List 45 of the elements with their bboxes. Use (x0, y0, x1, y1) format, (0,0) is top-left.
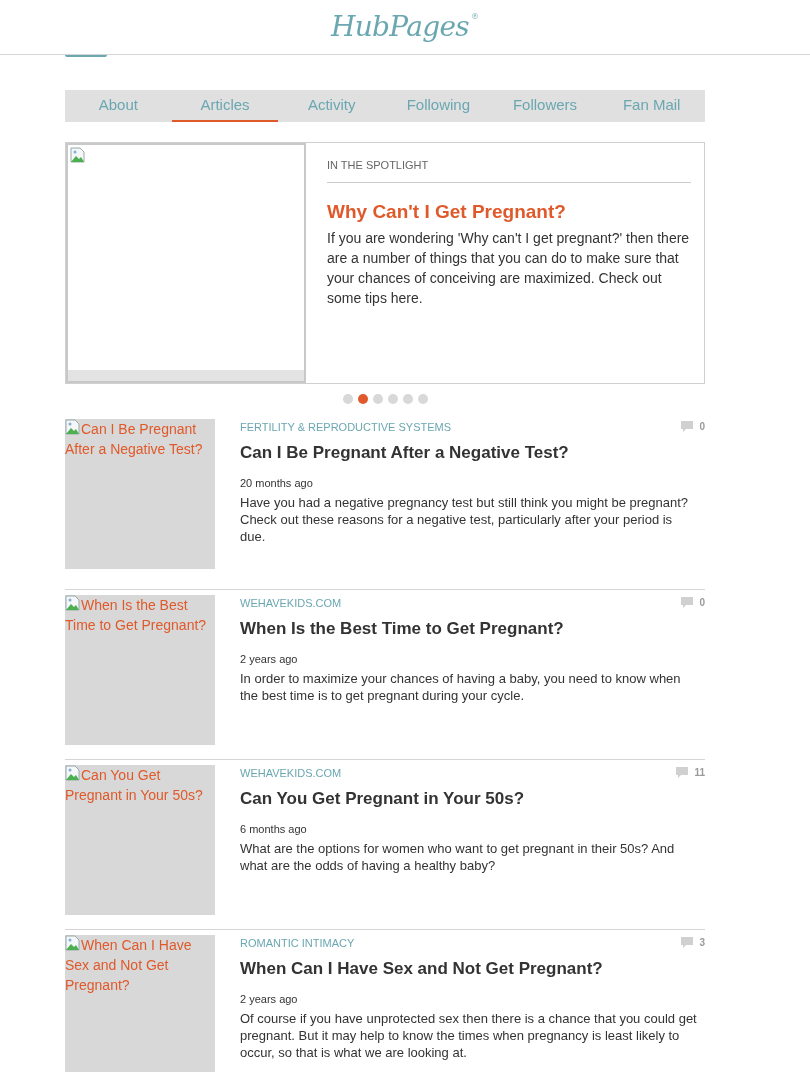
article-category[interactable]: ROMANTIC INTIMACY (240, 935, 355, 952)
broken-image-icon (65, 595, 81, 611)
article-age: 2 years ago (240, 992, 299, 1007)
comment-count: 0 (699, 596, 705, 610)
article-title[interactable]: Can You Get Pregnant in Your 50s? (240, 785, 705, 811)
article-thumbnail[interactable]: Can I Be Pregnant After a Negative Test? (65, 419, 215, 569)
article-summary: In order to maximize your chances of having a baby, you need to know when the best time is to get pregnant during your cycle. (240, 669, 682, 704)
comment-icon (681, 421, 694, 432)
comment-count: 11 (694, 766, 705, 780)
article-summary: Have you had a negative pregnancy test but still think you might be pregnant? Check out these reasons for a negative test, particularly after your period is due. (240, 493, 690, 545)
broken-image-icon (70, 147, 86, 163)
logo[interactable]: HubPages® (331, 13, 479, 41)
broken-image-icon (65, 765, 81, 781)
comment-icon (681, 597, 694, 608)
tab[interactable]: About (65, 90, 172, 122)
tab[interactable]: Fan Mail (598, 90, 706, 122)
article-category[interactable]: WEHAVEKIDS.COM (240, 765, 342, 782)
comment-icon (681, 937, 694, 948)
comment-count: 0 (699, 420, 705, 434)
comment-icon (676, 767, 689, 778)
spotlight-summary: If you are wondering 'Why can't I get pregnant?' then there are a number of things that you can do to make sure that your chances of conceiving are maximized. Check out some tips here. (327, 229, 691, 308)
article-age: 2 years ago (240, 652, 299, 667)
article-category[interactable]: FERTILITY & REPRODUCTIVE SYSTEMS (240, 419, 452, 436)
article-title[interactable]: Can I Be Pregnant After a Negative Test? (240, 439, 705, 465)
article-age: 20 months ago (240, 476, 314, 491)
comment-count: 3 (699, 936, 705, 950)
article-title[interactable]: When Is the Best Time to Get Pregnant? (240, 615, 705, 641)
tab[interactable]: Followers (491, 90, 599, 122)
article-summary: What are the options for women who want to get pregnant in their 50s? And what are the odds of having a healthy baby? (240, 839, 676, 874)
article-thumbnail[interactable]: When Can I Have Sex and Not Get Pregnant? (65, 935, 215, 1072)
article-thumbnail[interactable]: Can You Get Pregnant in Your 50s? (65, 765, 215, 915)
spotlight-heading: IN THE SPOTLIGHT (327, 157, 691, 183)
article-thumbnail[interactable]: When Is the Best Time to Get Pregnant? (65, 595, 215, 745)
accent-bar (65, 55, 107, 57)
broken-image-icon (65, 419, 81, 435)
article-summary: Of course if you have unprotected sex then there is a chance that you could get pregnant. But it may help to know the times when pregnancy is least likely to occur, so that is what we are looking at. (240, 1009, 698, 1061)
article-category[interactable]: WEHAVEKIDS.COM (240, 595, 342, 612)
article-age: 6 months ago (240, 822, 308, 837)
article-title[interactable]: When Can I Have Sex and Not Get Pregnant? (240, 955, 705, 981)
tab[interactable]: Activity (278, 90, 385, 122)
spotlight-image[interactable] (66, 143, 306, 383)
tab[interactable]: Following (385, 90, 492, 122)
tab[interactable]: Articles (171, 90, 279, 122)
spotlight-title[interactable]: Why Can't I Get Pregnant? (327, 197, 691, 226)
broken-image-icon (65, 935, 81, 951)
